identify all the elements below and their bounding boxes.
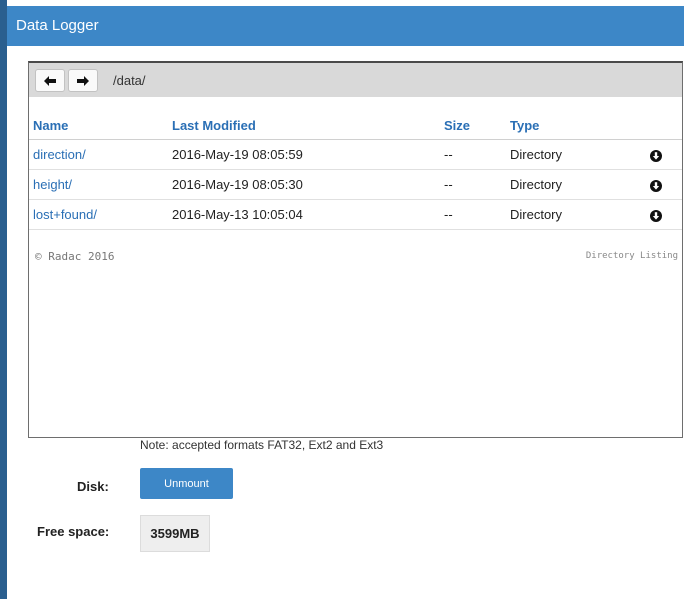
size-cell: -- — [440, 139, 506, 170]
type-cell: Directory — [506, 169, 626, 200]
free-space-label: Free space: — [37, 524, 110, 539]
arrow-left-icon — [44, 75, 56, 86]
app-title: Data Logger — [7, 6, 684, 46]
download-icon[interactable] — [650, 209, 662, 222]
file-link[interactable]: height/ — [33, 177, 72, 192]
unmount-button[interactable]: Unmount — [140, 468, 233, 499]
type-cell: Directory — [506, 199, 626, 230]
disk-label: Disk: — [77, 479, 109, 494]
type-cell: Directory — [506, 139, 626, 170]
column-header-size[interactable]: Size — [440, 111, 506, 140]
listing-label: Directory Listing — [585, 251, 678, 261]
copyright-text: © Radac 2016 — [35, 250, 115, 263]
current-path: /data/ — [113, 73, 146, 88]
app-frame: Data Logger /data/ Name Last Modified Si… — [7, 6, 684, 599]
download-icon[interactable] — [650, 179, 662, 192]
modified-cell: 2016-May-19 08:05:30 — [168, 169, 440, 200]
file-table: Name Last Modified Size Type direction/ … — [29, 111, 682, 230]
table-row: height/ 2016-May-19 08:05:30 -- Director… — [29, 169, 682, 200]
file-name-cell: height/ — [29, 169, 168, 200]
column-header-type[interactable]: Type — [506, 111, 626, 140]
size-cell: -- — [440, 199, 506, 230]
file-link[interactable]: direction/ — [33, 147, 86, 162]
file-name-cell: lost+found/ — [29, 199, 168, 230]
browser-navbar: /data/ — [29, 63, 682, 97]
file-name-cell: direction/ — [29, 139, 168, 170]
column-header-modified[interactable]: Last Modified — [168, 111, 440, 140]
arrow-right-icon — [77, 75, 89, 86]
file-browser: /data/ Name Last Modified Size Type dire… — [28, 61, 683, 438]
download-cell — [626, 169, 682, 200]
column-header-download — [626, 111, 682, 140]
window-edge — [0, 0, 7, 599]
forward-button[interactable] — [68, 69, 98, 92]
modified-cell: 2016-May-19 08:05:59 — [168, 139, 440, 170]
table-header-row: Name Last Modified Size Type — [29, 111, 682, 140]
download-cell — [626, 139, 682, 170]
back-button[interactable] — [35, 69, 65, 92]
download-icon[interactable] — [650, 149, 662, 162]
download-cell — [626, 199, 682, 230]
format-note: Note: accepted formats FAT32, Ext2 and E… — [140, 438, 384, 452]
table-row: lost+found/ 2016-May-13 10:05:04 -- Dire… — [29, 199, 682, 230]
table-row: direction/ 2016-May-19 08:05:59 -- Direc… — [29, 139, 682, 170]
modified-cell: 2016-May-13 10:05:04 — [168, 199, 440, 230]
size-cell: -- — [440, 169, 506, 200]
file-link[interactable]: lost+found/ — [33, 207, 97, 222]
free-space-value: 3599MB — [140, 515, 210, 552]
column-header-name[interactable]: Name — [29, 111, 168, 140]
